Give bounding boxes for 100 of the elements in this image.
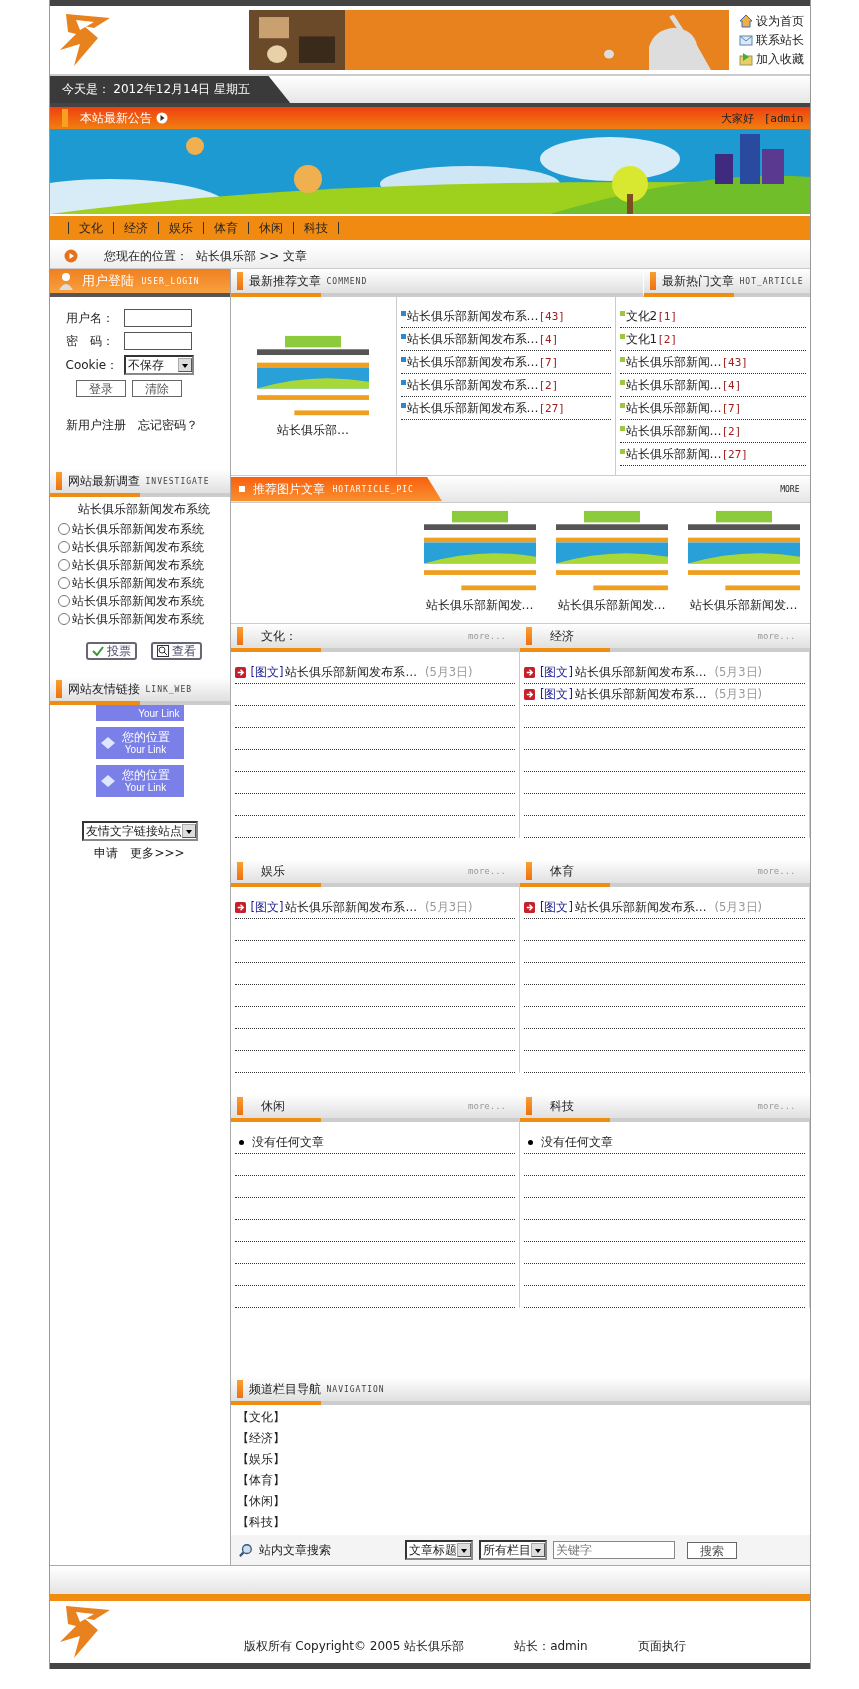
article-link[interactable]: 站长俱乐部新闻…[4] (619, 374, 806, 397)
arrow-icon (234, 667, 246, 678)
dropdown[interactable]: 不保存 (123, 355, 194, 375)
form-button[interactable]: 清除 (131, 380, 182, 397)
arrow-icon (524, 902, 535, 913)
header-link[interactable]: 联系站长 (738, 31, 804, 49)
folder-icon (738, 52, 753, 66)
article-link[interactable]: 文化1[2] (619, 328, 806, 351)
channel-link[interactable]: 【娱乐】 (236, 1451, 804, 1468)
check-icon (91, 645, 104, 657)
play-icon (155, 112, 168, 124)
more-link[interactable]: MORE (780, 484, 800, 494)
arrow-icon (524, 667, 535, 678)
search-button[interactable]: 搜索 (686, 1541, 737, 1559)
section-subtitle: HOTARTICLE_PIC (332, 484, 414, 494)
nav-link[interactable]: 文化 (67, 222, 113, 234)
notice-text: [admin (763, 111, 804, 125)
input-field[interactable] (123, 309, 192, 327)
image-caption: 站长俱乐部新闻发… (689, 597, 798, 614)
channel-link[interactable]: 【休闲】 (236, 1493, 804, 1510)
category-tag[interactable]: [图文] (540, 687, 573, 702)
envelope-icon (738, 33, 753, 47)
article-link[interactable]: 站长俱乐部新闻…[43] (619, 351, 806, 374)
article-link[interactable]: 站长俱乐部新闻发布系… (575, 687, 707, 702)
radio-button[interactable] (57, 541, 70, 553)
radio-button[interactable] (57, 595, 70, 607)
category-tag[interactable]: [图文] (250, 665, 284, 680)
house-icon (738, 14, 753, 28)
nav-link[interactable]: 科技 (292, 222, 339, 234)
section-marker (236, 862, 243, 880)
section-title: 科技 (550, 1097, 574, 1115)
poll-button[interactable]: 投票 (85, 642, 137, 660)
article-link[interactable]: 站长俱乐部新闻发布系…[27] (400, 397, 611, 420)
article-link[interactable]: 站长俱乐部新闻发布系… (575, 900, 707, 915)
dropdown[interactable]: 文章标题 (404, 1540, 473, 1560)
copyright-text: 版权所有 Copyright© 2005 站长俱乐部 (243, 1638, 465, 1655)
nav-link[interactable]: 经济 (112, 222, 158, 234)
text-link[interactable]: 忘记密码？ (137, 417, 198, 434)
category-tag[interactable]: [图文] (250, 900, 284, 915)
article-date: (5月3日) (714, 665, 763, 680)
article-link[interactable]: 站长俱乐部新闻…[27] (619, 443, 806, 466)
form-button[interactable]: 登录 (75, 380, 126, 397)
header-link[interactable]: 设为首页 (738, 12, 804, 30)
notice-text: 大家好 (720, 110, 754, 126)
section-title: 频道栏目导航 (248, 1380, 321, 1398)
dropdown[interactable]: 所有栏目 (478, 1540, 547, 1560)
poll-question: 站长俱乐部新闻发布系统 (76, 501, 211, 518)
section-marker (526, 627, 532, 645)
empty-message: 没有任何文章 (251, 1135, 324, 1150)
channel-link[interactable]: 【科技】 (236, 1514, 804, 1531)
radio-button[interactable] (57, 577, 70, 589)
admin-text: 站长：admin (514, 1638, 588, 1655)
channel-link[interactable]: 【体育】 (236, 1472, 804, 1489)
bullet-icon (528, 1140, 533, 1145)
channel-link[interactable]: 【文化】 (236, 1409, 804, 1426)
option-label: 站长俱乐部新闻发布系统 (71, 538, 204, 556)
play-icon (63, 249, 78, 263)
channel-link[interactable]: 【经济】 (236, 1430, 804, 1447)
radio-button[interactable] (57, 559, 70, 571)
magnifier-icon (156, 645, 169, 657)
date-display: 今天是： 2012年12月14日 星期五 (49, 76, 291, 103)
text-link[interactable]: 更多>>> (130, 845, 185, 862)
section-title: 经济 (550, 627, 574, 645)
article-link[interactable]: 文化2[1] (619, 305, 806, 328)
input-field[interactable] (123, 332, 192, 350)
article-link[interactable]: 站长俱乐部新闻发布系… (285, 665, 417, 680)
section-marker (236, 1380, 243, 1398)
nav-link[interactable]: 娱乐 (157, 222, 203, 234)
article-link[interactable]: 站长俱乐部新闻发布系…[2] (400, 374, 611, 397)
image-caption: 站长俱乐部… (277, 421, 349, 439)
category-tag[interactable]: [图文] (540, 900, 573, 915)
article-link[interactable]: 站长俱乐部新闻…[2] (619, 420, 806, 443)
radio-button[interactable] (57, 613, 70, 625)
section-title: 推荐图片文章 (252, 480, 325, 498)
article-link[interactable]: 站长俱乐部新闻发布系…[43] (400, 305, 611, 328)
section-marker (649, 272, 656, 290)
category-tag[interactable]: [图文] (540, 665, 573, 680)
article-link[interactable]: 站长俱乐部新闻…[7] (619, 397, 806, 420)
text-link[interactable]: 新用户注册 (65, 417, 126, 434)
dropdown[interactable]: 友情文字链接站点 (81, 821, 198, 841)
breadcrumb-path: 站长俱乐部 >> 文章 (195, 247, 308, 265)
article-date: (5月3日) (425, 665, 473, 680)
search-field[interactable]: 关键字 (552, 1541, 675, 1559)
square-icon (238, 486, 245, 492)
article-link[interactable]: 站长俱乐部新闻发布系…[4] (400, 328, 611, 351)
section-title: 最新推荐文章 (248, 272, 321, 290)
section-marker (61, 109, 68, 127)
header-link[interactable]: 加入收藏 (738, 50, 804, 68)
section-title: 网站最新调查 (67, 472, 140, 490)
article-link[interactable]: 站长俱乐部新闻发布系… (285, 900, 417, 915)
article-link[interactable]: 站长俱乐部新闻发布系…[7] (400, 351, 611, 374)
radio-button[interactable] (57, 523, 70, 535)
text-link[interactable]: 申请 (94, 845, 119, 862)
field-label: Cookie： (65, 356, 120, 374)
arrow-icon (234, 902, 246, 913)
nav-link[interactable]: 休闲 (247, 222, 293, 234)
nav-link[interactable]: 体育 (202, 222, 248, 234)
article-link[interactable]: 站长俱乐部新闻发布系… (575, 665, 707, 680)
poll-button[interactable]: 查看 (150, 642, 202, 660)
field-label: 用户名： (65, 309, 115, 327)
